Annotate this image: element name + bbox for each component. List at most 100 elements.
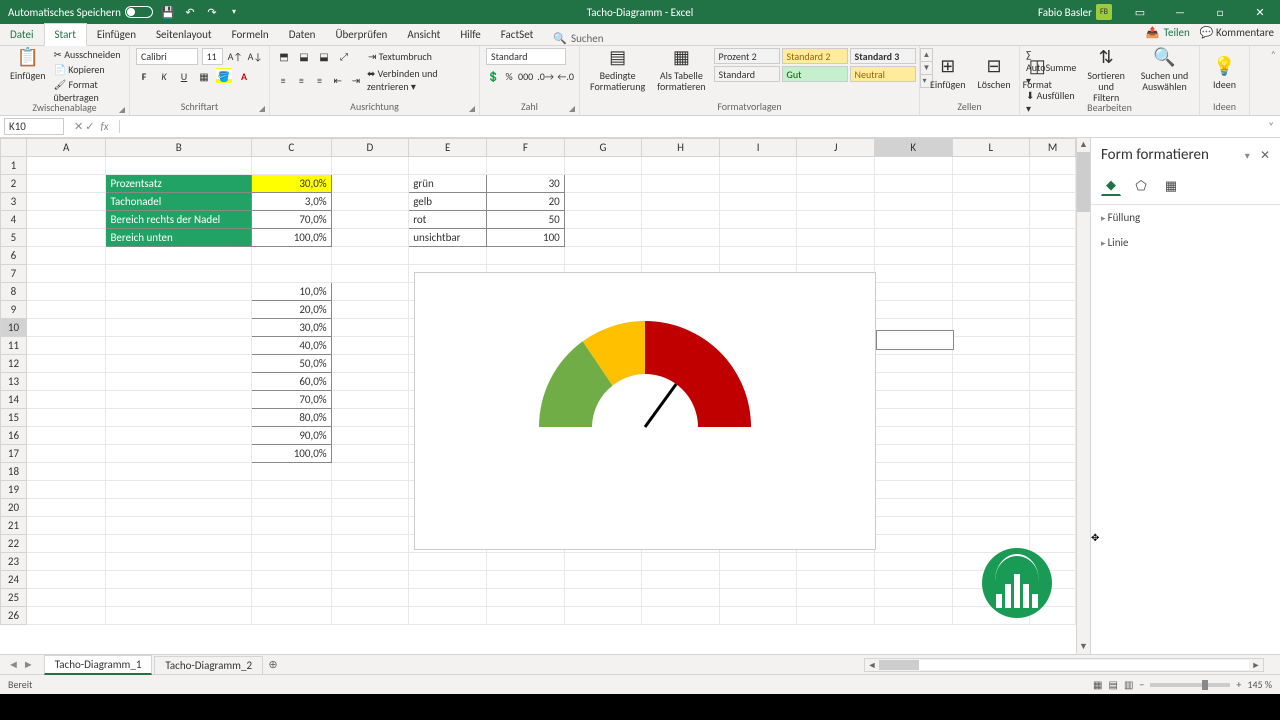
tab-file[interactable]: Datei [0,24,44,45]
delete-cells-button[interactable]: ⊟Löschen [974,57,1015,90]
size-props-tab-icon[interactable]: ▦ [1161,176,1181,196]
find-select-button[interactable]: 🔍Suchen und Auswählen [1136,48,1193,92]
font-color-button[interactable]: A [236,68,252,84]
insert-cells-button[interactable]: ⊞Einfügen [926,57,970,90]
sheet-tab-1[interactable]: Tacho-Diagramm_1 [44,655,153,675]
ribbon-display-icon[interactable]: ▭ [1120,0,1160,24]
format-as-table-button[interactable]: ▦Als Tabelle formatieren [653,48,709,92]
tab-home[interactable]: Start [44,23,87,46]
view-page-layout-icon[interactable]: ▤ [1109,678,1118,691]
effects-tab-icon[interactable]: ⬠ [1131,176,1151,196]
zoom-level[interactable]: 145 % [1247,678,1272,691]
tab-insert[interactable]: Einfügen [87,24,146,45]
line-section[interactable]: Linie [1091,230,1280,255]
zoom-in-icon[interactable]: + [1236,678,1241,691]
align-bottom-icon[interactable]: ⬓ [316,48,332,64]
align-left-icon[interactable]: ≡ [276,72,290,88]
share-button[interactable]: 📤Teilen [1146,26,1190,39]
style-neutral[interactable]: Neutral [850,66,916,82]
align-center-icon[interactable]: ≡ [294,72,308,88]
decrease-font-icon[interactable]: A↓ [247,49,263,65]
tab-scroll-right-icon[interactable]: ► [23,658,34,671]
pane-close-icon[interactable]: ✕ [1260,149,1270,163]
cell-styles-gallery[interactable]: Prozent 2 Standard 2 Standard 3 Standard… [714,48,916,82]
maximize-icon[interactable]: □ [1200,0,1240,24]
indent-inc-icon[interactable]: ⇥ [349,72,363,88]
qat-customize-icon[interactable]: ▾ [227,5,241,19]
font-size-combo[interactable]: 11 [202,48,223,65]
conditional-format-button[interactable]: ▤Bedingte Formatierung [586,48,649,92]
font-name-combo[interactable]: Calibri [136,48,198,65]
align-middle-icon[interactable]: ⬓ [296,48,312,64]
formula-bar[interactable] [120,126,1263,128]
tab-data[interactable]: Daten [279,24,326,45]
style-prozent2[interactable]: Prozent 2 [714,48,780,64]
fill-section[interactable]: Füllung [1091,205,1280,230]
wrap-text-button[interactable]: ⇥ Textumbruch [368,50,432,63]
style-standard[interactable]: Standard [714,66,780,82]
horizontal-scrollbar[interactable]: ◄ ► [864,658,1264,672]
new-sheet-button[interactable]: ⊕ [263,658,283,671]
zoom-out-icon[interactable]: − [1139,678,1144,691]
merge-center-button[interactable]: ⬌ Verbinden und zentrieren ▾ [367,67,473,93]
comma-icon[interactable]: 000 [518,68,534,84]
view-page-break-icon[interactable]: ▥ [1124,678,1133,691]
copy-button[interactable]: 📄 Kopieren [54,63,123,76]
increase-font-icon[interactable]: A↑ [227,49,243,65]
dialog-launcher-icon[interactable]: ◢ [119,105,125,115]
autosave-toggle[interactable]: Automatisches Speichern [8,6,153,19]
dialog-launcher-icon[interactable]: ◢ [469,104,475,114]
style-gut[interactable]: Gut [782,66,848,82]
dec-decimal-icon[interactable]: ←.0 [558,68,574,84]
style-standard2[interactable]: Standard 2 [782,48,848,64]
tab-review[interactable]: Überprüfen [325,24,397,45]
fill-color-button[interactable]: 🪣 [216,68,232,84]
tab-page-layout[interactable]: Seitenlayout [146,24,222,45]
scroll-up-icon[interactable]: ▲ [1077,138,1090,152]
enter-formula-icon[interactable]: ✓ [85,120,94,133]
zoom-slider[interactable] [1150,683,1230,687]
tab-formulas[interactable]: Formeln [222,24,279,45]
tab-factset[interactable]: FactSet [491,24,544,45]
paste-button[interactable]: 📋 Einfügen [6,48,50,81]
sort-filter-button[interactable]: ⇅Sortieren und Filtern [1080,48,1132,103]
tab-view[interactable]: Ansicht [397,24,450,45]
minimize-icon[interactable]: — [1160,0,1200,24]
collapse-ribbon-icon[interactable]: ˄ [1250,46,1280,115]
fill-line-tab-icon[interactable]: ◆ [1101,176,1121,196]
scroll-down-icon[interactable]: ▼ [1077,640,1090,654]
currency-icon[interactable]: 💲 [486,68,500,84]
inc-decimal-icon[interactable]: .0→ [538,68,554,84]
fx-icon[interactable]: fx [96,120,112,133]
close-icon[interactable]: ✕ [1240,0,1280,24]
account-button[interactable]: Fabio Basler FB [1030,4,1120,20]
comments-button[interactable]: 💬 Kommentare [1200,26,1274,39]
save-icon[interactable]: 💾 [161,5,175,19]
worksheet-grid[interactable]: ABCDEFGHIJKLM12Prozentsatz30,0%grün303Ta… [0,138,1076,654]
italic-button[interactable]: K [156,68,172,84]
pane-options-icon[interactable]: ▾ [1245,149,1250,162]
align-top-icon[interactable]: ⬒ [276,48,292,64]
dialog-launcher-icon[interactable]: ◢ [259,104,265,114]
cut-button[interactable]: ✂ Ausschneiden [54,48,123,61]
indent-dec-icon[interactable]: ⇤ [331,72,345,88]
tab-help[interactable]: Hilfe [450,24,490,45]
name-box[interactable]: K10 [4,118,64,135]
expand-formula-bar-icon[interactable]: ˅ [1262,120,1280,133]
bold-button[interactable]: F [136,68,152,84]
tell-me-search[interactable]: 🔍 Suchen [553,32,603,45]
cancel-formula-icon[interactable]: ✕ [74,120,83,133]
autosum-button[interactable]: ∑ AutoSumme ▾ [1026,48,1076,87]
redo-icon[interactable]: ↷ [205,5,219,19]
gauge-chart[interactable]: ✥ [414,272,876,550]
ideas-button[interactable]: 💡Ideen [1206,48,1243,99]
border-button[interactable]: ▦ [196,68,212,84]
view-normal-icon[interactable]: ▦ [1093,678,1102,691]
percent-icon[interactable]: % [504,68,513,84]
sheet-tab-2[interactable]: Tacho-Diagramm_2 [154,656,263,674]
dialog-launcher-icon[interactable]: ◢ [569,104,575,114]
style-standard3[interactable]: Standard 3 [850,48,916,64]
align-right-icon[interactable]: ≡ [312,72,326,88]
scroll-left-icon[interactable]: ◄ [865,660,879,671]
tab-scroll-left-icon[interactable]: ◄ [8,658,19,671]
